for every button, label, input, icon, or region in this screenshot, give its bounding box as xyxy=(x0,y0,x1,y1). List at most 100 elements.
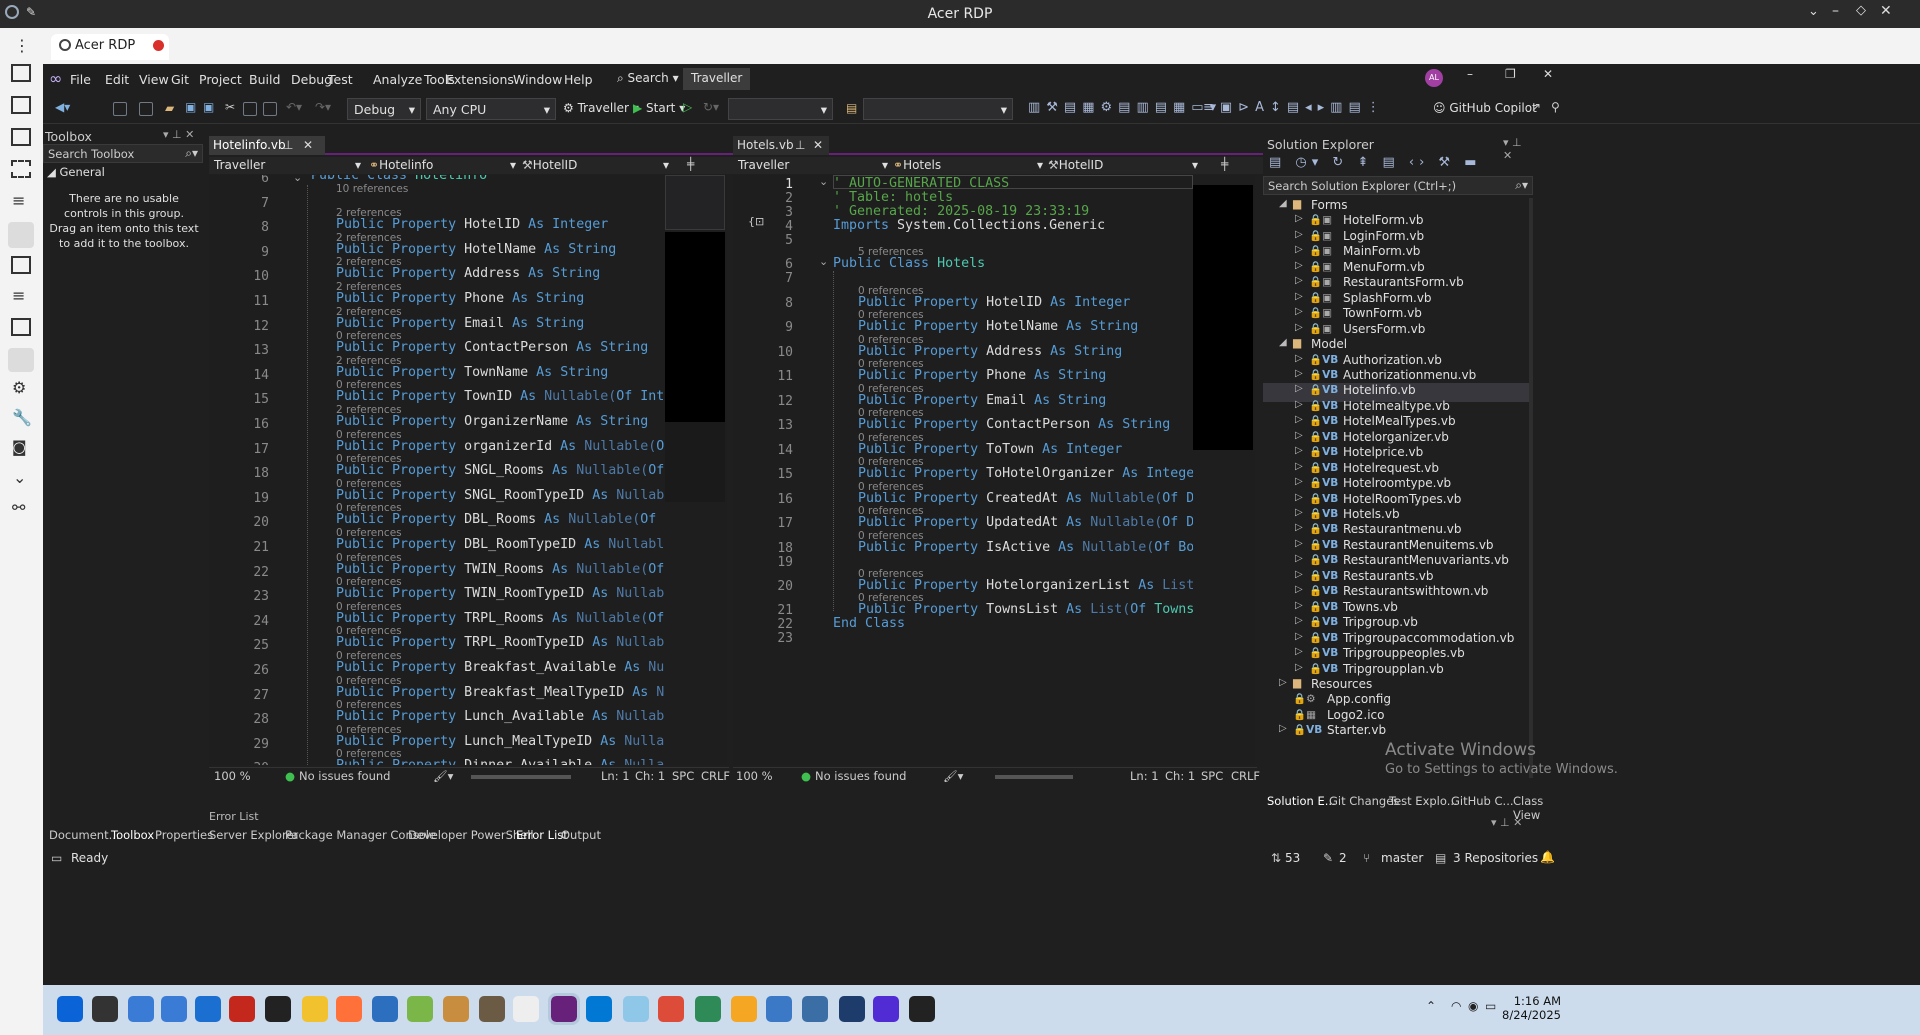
toolbox-group-general[interactable]: ◢ General xyxy=(47,165,105,179)
github-copilot-button[interactable]: ☺ GitHub Copilot xyxy=(1433,101,1537,115)
expand-caret-icon[interactable]: ▷ xyxy=(1295,353,1303,364)
clock[interactable]: 1:16 AM 8/24/2025 xyxy=(1501,994,1561,1022)
back-icon[interactable]: ◀▾ xyxy=(55,100,70,114)
left-code-area[interactable]: 6 Public Class Hotelinfo 7 10 references 8 2 … xyxy=(209,175,665,765)
avatar[interactable]: AL xyxy=(1425,69,1443,87)
toolbox-pin-icon[interactable]: ▾ ⊥ ✕ xyxy=(163,128,194,141)
start-icon[interactable] xyxy=(57,996,83,1022)
error-list-header[interactable]: Error List xyxy=(209,810,1509,824)
expand-caret-icon[interactable]: ▷ xyxy=(1295,383,1303,394)
show-hidden-icons[interactable]: ⌃ xyxy=(1426,999,1436,1013)
menu-view[interactable]: View xyxy=(139,72,169,87)
visual-studio-icon[interactable] xyxy=(548,993,580,1025)
toolbar-icons-right[interactable]: ▥⚒▤▦⚙▤▥▤▦▭▾ xyxy=(1028,100,1222,115)
close-icon[interactable]: ✕ xyxy=(1880,3,1892,19)
expand-caret-icon[interactable]: ▷ xyxy=(1295,244,1303,255)
new-window-icon[interactable] xyxy=(11,96,31,114)
horizontal-scrollbar[interactable] xyxy=(471,775,571,779)
expand-caret-icon[interactable]: ▷ xyxy=(1295,399,1303,410)
dotnet-icon[interactable] xyxy=(873,996,899,1022)
expand-caret-icon[interactable]: ▷ xyxy=(1279,723,1287,734)
notepad-icon[interactable] xyxy=(372,996,398,1022)
solution-toolbar[interactable]: ▤ ◷▾ ↻ ⇞ ▤ ‹› ⚒ ▬ xyxy=(1269,155,1481,170)
gear-icon[interactable]: ⚙ xyxy=(12,378,26,397)
right-crlf[interactable]: CRLF xyxy=(1231,769,1260,783)
startup-project-dropdown[interactable]: ⚙ Traveller ▾ xyxy=(563,101,639,115)
expand-caret-icon[interactable]: ▷ xyxy=(1295,584,1303,595)
copy-icon[interactable] xyxy=(243,102,257,116)
solution-pin-icon[interactable]: ▾ ⊥ ✕ xyxy=(1503,136,1533,162)
brush-icon[interactable]: 🖌▾ xyxy=(943,769,963,783)
right-minimap[interactable] xyxy=(1193,175,1255,765)
right-code-area[interactable]: 1 ' AUTO-GENERATED CLASS 2 ' Table: hotels 3… xyxy=(733,175,1193,765)
hot-reload-icon[interactable]: ↻▾ xyxy=(703,100,719,114)
expand-caret-icon[interactable]: ▷ xyxy=(1279,677,1287,688)
left-issues[interactable]: No issues found xyxy=(299,769,390,783)
notification-bell-icon[interactable]: 🔔 xyxy=(1540,850,1555,864)
configuration-dropdown[interactable]: Debug ▾ xyxy=(347,98,421,120)
task-view-icon[interactable] xyxy=(92,996,118,1022)
pin-tab-icon[interactable]: ⊥ xyxy=(795,138,805,152)
close-tab-icon[interactable]: ✕ xyxy=(303,138,313,152)
menu-edit[interactable]: Edit xyxy=(105,72,129,87)
cut-icon[interactable]: ✂ xyxy=(225,100,235,114)
rdp-session-tab[interactable]: Acer RDP xyxy=(51,34,169,60)
camera-icon[interactable]: ◙ xyxy=(12,438,27,456)
menu-window[interactable]: Window xyxy=(513,72,562,87)
menu-git[interactable]: Git xyxy=(171,72,189,87)
left-nav-member[interactable]: ⚒HotelID ▾ xyxy=(522,158,669,172)
search-icon[interactable] xyxy=(161,996,187,1022)
menu-file[interactable]: File xyxy=(70,72,91,87)
expand-caret-icon[interactable]: ▷ xyxy=(1295,569,1303,580)
fullscreen-icon[interactable] xyxy=(11,160,31,178)
menu-debug[interactable]: Debug xyxy=(291,72,332,87)
keyboard-icon[interactable] xyxy=(8,348,34,372)
menu-build[interactable]: Build xyxy=(249,72,280,87)
more-icon[interactable]: ⋮ xyxy=(14,36,30,55)
fit-icon[interactable] xyxy=(11,128,31,146)
right-issues[interactable]: No issues found xyxy=(815,769,906,783)
left-minimap[interactable] xyxy=(665,175,727,765)
left-nav-class[interactable]: ⚭Hotelinfo ▾ xyxy=(369,158,516,172)
left-nav-project[interactable]: Traveller ▾ xyxy=(214,158,361,172)
quick-action-icon[interactable]: {⊡ xyxy=(748,215,764,228)
project-badge[interactable]: Traveller xyxy=(683,68,751,90)
menu-extensions[interactable]: Extensions xyxy=(446,72,514,87)
expand-caret-icon[interactable]: ◢ xyxy=(1279,337,1287,348)
status-pencil-count[interactable]: 2 xyxy=(1339,851,1347,865)
left-zoom[interactable]: 100 % xyxy=(214,769,251,783)
desktop-icon[interactable] xyxy=(128,996,154,1022)
volume-icon[interactable]: ◉ xyxy=(1468,999,1478,1013)
right-nav-project[interactable]: Traveller ▾ xyxy=(738,158,888,172)
brush-icon[interactable]: 🖌▾ xyxy=(433,769,453,783)
status-changes-count[interactable]: 53 xyxy=(1285,851,1300,865)
expand-caret-icon[interactable]: ▷ xyxy=(1295,631,1303,642)
left-bottom-tab[interactable]: Document... xyxy=(49,828,120,842)
new-project-icon[interactable] xyxy=(113,102,127,116)
expand-caret-icon[interactable]: ▷ xyxy=(1295,461,1303,472)
solution-config-dropdown[interactable]: ▾ xyxy=(863,98,1013,120)
right-spc[interactable]: SPC xyxy=(1201,769,1223,783)
fold-marker-icon[interactable]: ⌄ xyxy=(819,175,828,188)
collapse-icon[interactable]: ⌄ xyxy=(13,468,26,487)
right-nav-member[interactable]: ⚒HotelID ▾ xyxy=(1048,158,1198,172)
codelens-references[interactable]: 10 references xyxy=(336,183,408,195)
minimize-icon[interactable]: – xyxy=(1832,3,1839,19)
defender-icon[interactable] xyxy=(195,996,221,1022)
vscode-icon[interactable] xyxy=(586,996,612,1022)
vs-minimize-icon[interactable]: – xyxy=(1467,67,1473,81)
expand-caret-icon[interactable]: ▷ xyxy=(1295,615,1303,626)
menu-analyze[interactable]: Analyze xyxy=(373,72,422,87)
new-file-icon[interactable] xyxy=(139,102,153,116)
open-folder-icon[interactable]: ▰ xyxy=(165,101,174,115)
window-icon[interactable] xyxy=(11,318,31,336)
selected-mode-icon[interactable] xyxy=(8,222,34,248)
tab-hotels[interactable]: Hotels.vb ⊥ ✕ xyxy=(733,136,829,155)
status-branch[interactable]: master xyxy=(1381,851,1423,865)
app-icon[interactable] xyxy=(623,996,649,1022)
filezilla-icon[interactable] xyxy=(229,996,255,1022)
chevron-down-icon[interactable]: ⌄ xyxy=(1808,4,1819,19)
split-icon[interactable]: ╪ xyxy=(1221,157,1228,171)
menu-project[interactable]: Project xyxy=(199,72,242,87)
left-spc[interactable]: SPC xyxy=(672,769,694,783)
